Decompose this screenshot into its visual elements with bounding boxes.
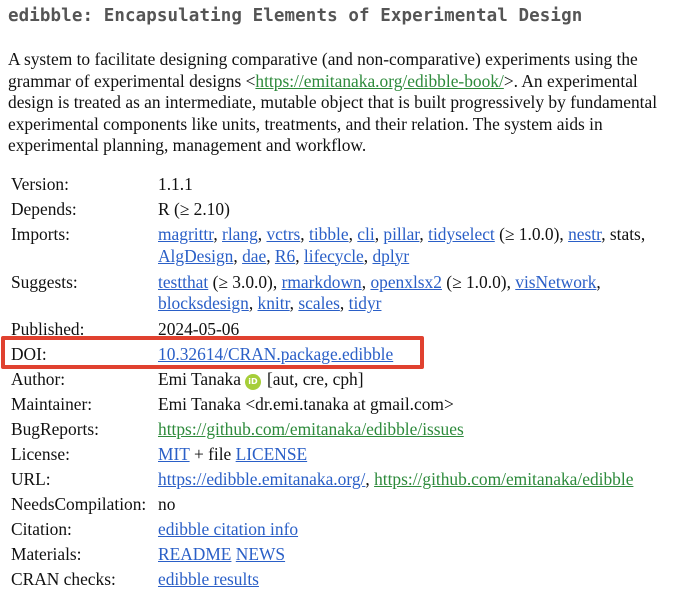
field-label: BugReports: <box>11 419 99 439</box>
url-row: URL: https://edibble.emitanaka.org/, htt… <box>8 467 645 492</box>
field-label: Materials: <box>11 544 82 564</box>
pkg-link[interactable]: openxlsx2 <box>370 272 442 292</box>
author-name: Emi Tanaka <box>158 369 241 389</box>
author-row: Author: Emi Tanaka iD [aut, cre, cph] <box>8 367 645 392</box>
package-title: edibble: Encapsulating Elements of Exper… <box>8 6 583 26</box>
materials-row: Materials: README NEWS <box>8 542 645 567</box>
package-metadata-table: Version: 1.1.1 Depends: R (≥ 2.10) Impor… <box>8 172 645 592</box>
pkg-link[interactable]: testthat <box>158 272 208 292</box>
maintainer-row: Maintainer: Emi Tanaka <dr.emi.tanaka at… <box>8 392 645 417</box>
depends-value: R (≥ 2.10) <box>158 199 230 219</box>
pkg-link[interactable]: rmarkdown <box>282 272 362 292</box>
suggests-row: Suggests: testthat (≥ 3.0.0), rmarkdown,… <box>8 270 645 318</box>
field-label: Published: <box>11 319 85 339</box>
pkg-link[interactable]: AlgDesign <box>158 246 233 266</box>
github-link[interactable]: https://github.com/emitanaka/edibble <box>374 469 633 489</box>
pkg-link[interactable]: rlang <box>222 224 258 244</box>
published-value: 2024-05-06 <box>158 319 240 339</box>
field-label: NeedsCompilation: <box>11 494 147 514</box>
pkg-link[interactable]: tidyselect <box>428 224 495 244</box>
pkg-link[interactable]: blocksdesign <box>158 293 249 313</box>
maintainer-value: Emi Tanaka <dr.emi.tanaka at gmail.com> <box>158 394 454 414</box>
pkg-link[interactable]: cli <box>357 224 374 244</box>
field-label: Imports: <box>11 224 70 244</box>
needscompilation-value: no <box>158 494 176 514</box>
published-row: Published: 2024-05-06 <box>8 317 645 342</box>
field-label: Version: <box>11 174 69 194</box>
readme-link[interactable]: README <box>158 544 231 564</box>
field-label: CRAN checks: <box>11 569 116 589</box>
citation-row: Citation: edibble citation info <box>8 517 645 542</box>
news-link[interactable]: NEWS <box>236 544 285 564</box>
pkg-link[interactable]: tibble <box>309 224 349 244</box>
version-row: Version: 1.1.1 <box>8 172 645 197</box>
doi-row: DOI: 10.32614/CRAN.package.edibble <box>8 342 645 367</box>
doi-link[interactable]: 10.32614/CRAN.package.edibble <box>158 344 393 364</box>
field-label: Depends: <box>11 199 77 219</box>
field-label: Author: <box>11 369 66 389</box>
field-label: DOI: <box>11 344 47 364</box>
author-roles: [aut, cre, cph] <box>266 369 364 389</box>
imports-row: Imports: magrittr, rlang, vctrs, tibble,… <box>8 222 645 270</box>
pkg-link[interactable]: pillar <box>383 224 419 244</box>
field-label: Maintainer: <box>11 394 93 414</box>
cran-checks-link[interactable]: edibble results <box>158 569 259 589</box>
citation-link[interactable]: edibble citation info <box>158 519 298 539</box>
field-label: Citation: <box>11 519 72 539</box>
pkg-link[interactable]: dplyr <box>372 246 409 266</box>
orcid-icon[interactable]: iD <box>244 374 261 390</box>
bugreports-row: BugReports: https://github.com/emitanaka… <box>8 417 645 442</box>
license-row: License: MIT + file LICENSE <box>8 442 645 467</box>
pkg-link[interactable]: knitr <box>258 293 290 313</box>
mit-license-link[interactable]: MIT <box>158 444 190 464</box>
pkg-link[interactable]: dae <box>242 246 266 266</box>
depends-row: Depends: R (≥ 2.10) <box>8 197 645 222</box>
version-value: 1.1.1 <box>158 174 193 194</box>
pkg-link[interactable]: visNetwork <box>515 272 596 292</box>
pkg-link[interactable]: magrittr <box>158 224 213 244</box>
suggests-value: testthat (≥ 3.0.0), rmarkdown, openxlsx2… <box>158 271 601 314</box>
pkg-link[interactable]: vctrs <box>266 224 300 244</box>
cran-checks-row: CRAN checks: edibble results <box>8 567 645 592</box>
pkg-link[interactable]: scales <box>298 293 340 313</box>
bugreports-link[interactable]: https://github.com/emitanaka/edibble/iss… <box>158 419 464 439</box>
pkg-link[interactable]: lifecycle <box>304 246 364 266</box>
field-label: URL: <box>11 469 51 489</box>
imports-value: magrittr, rlang, vctrs, tibble, cli, pil… <box>158 224 646 266</box>
needscompilation-row: NeedsCompilation: no <box>8 492 645 517</box>
pkg-link[interactable]: tidyr <box>349 293 382 313</box>
field-label: Suggests: <box>11 271 78 292</box>
pkg-link[interactable]: nestr <box>568 224 601 244</box>
pkg-link[interactable]: R6 <box>275 246 295 266</box>
package-description: A system to facilitate designing compara… <box>8 49 658 155</box>
homepage-link[interactable]: https://edibble.emitanaka.org/ <box>158 469 365 489</box>
field-label: License: <box>11 444 70 464</box>
license-file-link[interactable]: LICENSE <box>236 444 308 464</box>
edibble-book-link[interactable]: https://emitanaka.org/edibble-book/ <box>255 71 503 91</box>
